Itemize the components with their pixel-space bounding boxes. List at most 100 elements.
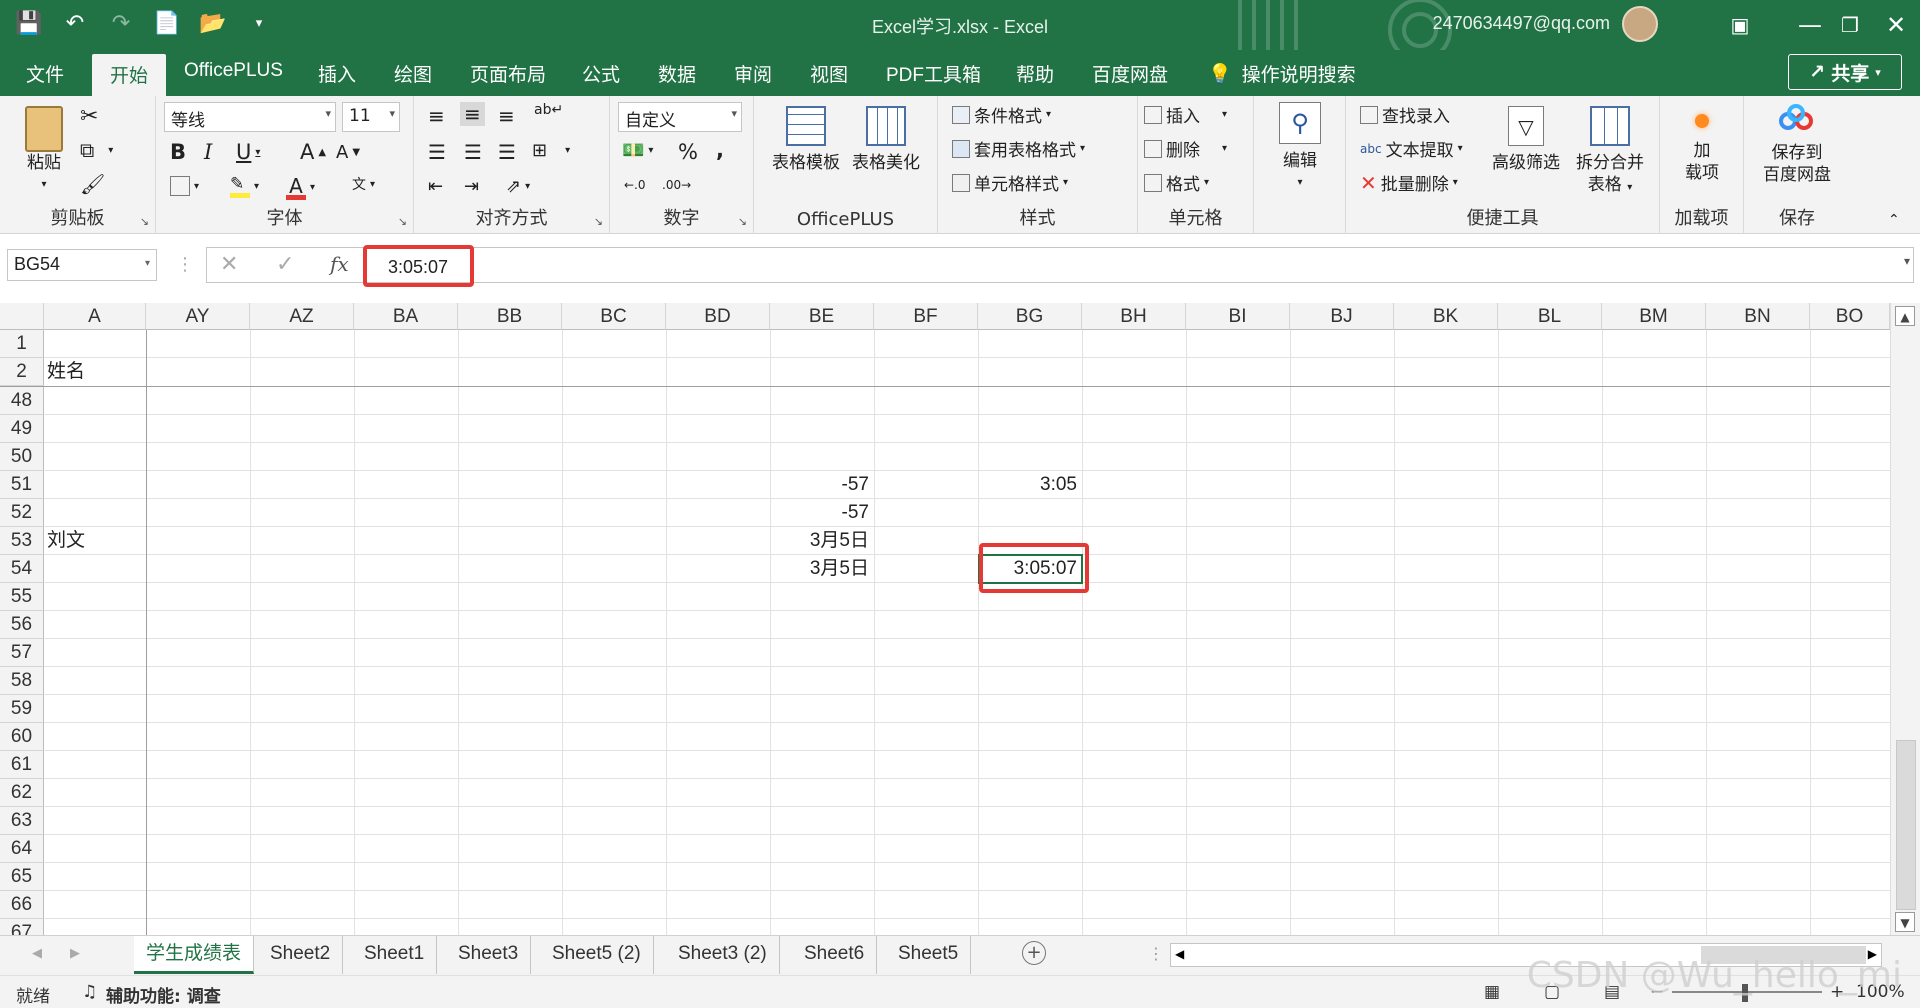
font-name-select[interactable]: 等线 ▾ — [164, 102, 336, 132]
worksheet-grid[interactable]: A AY AZ BA BB BC BD BE BF BG BH BI BJ BK… — [0, 303, 1890, 935]
row-header[interactable]: 2 — [0, 358, 44, 386]
row-header[interactable]: 50 — [0, 443, 44, 471]
ribbon-display-icon[interactable]: ▣ — [1720, 8, 1760, 42]
account-email[interactable]: 2470634497@qq.com — [1433, 13, 1610, 34]
row-header[interactable]: 62 — [0, 779, 44, 807]
number-format-select[interactable]: 自定义 ▾ — [618, 102, 742, 132]
comma-style-icon[interactable]: , — [716, 138, 724, 162]
tab-baidu-netdisk[interactable]: 百度网盘 — [1092, 60, 1168, 87]
tab-formulas[interactable]: 公式 — [582, 60, 620, 87]
row-header[interactable]: 64 — [0, 835, 44, 863]
enter-icon[interactable]: ✓ — [276, 252, 294, 277]
align-top-icon[interactable]: ≡ — [428, 104, 445, 128]
close-icon[interactable]: ✕ — [1876, 8, 1916, 42]
bold-button[interactable]: B — [170, 140, 186, 164]
scroll-up-icon[interactable]: ▲ — [1895, 306, 1915, 326]
align-right-icon[interactable]: ☰ — [498, 140, 516, 164]
select-all-corner[interactable] — [0, 303, 44, 330]
sheet-tab[interactable]: Sheet3 — [446, 936, 532, 974]
tab-review[interactable]: 审阅 — [734, 60, 772, 87]
row-header[interactable]: 65 — [0, 863, 44, 891]
column-header-ba[interactable]: BA — [354, 303, 458, 330]
phonetic-icon[interactable]: 文 ▾ — [352, 174, 375, 194]
orientation-icon[interactable]: ⇗ ▾ — [506, 176, 530, 197]
editing-button[interactable]: ⚲ 编辑 ▾ — [1268, 102, 1332, 194]
accounting-format-icon[interactable]: 💵 ▾ — [622, 140, 653, 161]
insert-function-icon[interactable]: fx — [330, 252, 349, 276]
row-header[interactable]: 66 — [0, 891, 44, 919]
tab-data[interactable]: 数据 — [658, 60, 696, 87]
tab-file[interactable]: 文件 — [26, 60, 64, 87]
addins-button[interactable]: 加 载项 — [1670, 100, 1734, 184]
column-header-bd[interactable]: BD — [666, 303, 770, 330]
row-header[interactable]: 52 — [0, 499, 44, 527]
copy-icon[interactable]: ⧉ ▾ — [80, 138, 113, 162]
tab-home[interactable]: 开始 — [92, 54, 167, 96]
tab-help[interactable]: 帮助 — [1016, 60, 1054, 87]
column-header-bk[interactable]: BK — [1394, 303, 1498, 330]
tab-insert[interactable]: 插入 — [318, 60, 356, 87]
table-template-button[interactable]: 表格模板 — [768, 106, 844, 174]
tab-page-layout[interactable]: 页面布局 — [470, 60, 546, 87]
increase-decimal-icon[interactable]: ←.0 — [624, 178, 646, 192]
dialog-launcher-icon[interactable]: ↘ — [738, 215, 747, 228]
sheet-tab[interactable]: Sheet2 — [258, 936, 344, 974]
save-to-netdisk-button[interactable]: 保存到 百度网盘 — [1752, 100, 1842, 186]
cell-be54[interactable]: 3月5日 — [770, 555, 874, 583]
underline-button[interactable]: U ▾ — [236, 140, 260, 164]
row-header[interactable]: 55 — [0, 583, 44, 611]
advanced-filter-button[interactable]: ▽ 高级筛选 — [1488, 106, 1564, 174]
row-header[interactable]: 61 — [0, 751, 44, 779]
row-header[interactable]: 54 — [0, 555, 44, 583]
sheet-tab-active[interactable]: 学生成绩表 — [134, 936, 255, 974]
align-center-icon[interactable]: ☰ — [464, 140, 482, 164]
row-header[interactable]: 67 — [0, 919, 44, 935]
dialog-launcher-icon[interactable]: ↘ — [594, 215, 603, 228]
align-bottom-icon[interactable]: ≡ — [498, 104, 515, 128]
cell-be51[interactable]: -57 — [770, 471, 874, 499]
decrease-font-icon[interactable]: A ▼ — [336, 142, 360, 163]
cell-styles-button[interactable]: 单元格样式 ▾ — [952, 170, 1068, 195]
tell-me[interactable]: 💡 操作说明搜索 — [1208, 60, 1356, 87]
paste-button[interactable]: 粘贴 ▾ — [14, 106, 74, 196]
row-header[interactable]: 57 — [0, 639, 44, 667]
accessibility-icon[interactable]: ♫ — [82, 982, 97, 1002]
split-merge-button[interactable]: 拆分合并 表格 ▾ — [1572, 106, 1648, 199]
italic-button[interactable]: I — [204, 140, 212, 164]
sheet-nav-next-icon[interactable]: ▶ — [70, 946, 80, 961]
column-header-bl[interactable]: BL — [1498, 303, 1602, 330]
vertical-scrollbar[interactable]: ▲ ▼ — [1890, 303, 1920, 935]
accessibility-status[interactable]: 辅助功能: 调查 — [106, 982, 221, 1007]
scroll-down-icon[interactable]: ▼ — [1895, 912, 1915, 932]
column-header-az[interactable]: AZ — [250, 303, 354, 330]
cell-bg51[interactable]: 3:05 — [978, 471, 1082, 499]
sheet-tab[interactable]: Sheet6 — [792, 936, 878, 974]
scroll-left-icon[interactable]: ◀ — [1175, 947, 1184, 961]
row-header[interactable]: 60 — [0, 723, 44, 751]
column-header-bf[interactable]: BF — [874, 303, 978, 330]
column-header-bi[interactable]: BI — [1186, 303, 1290, 330]
column-header-be[interactable]: BE — [770, 303, 874, 330]
avatar[interactable] — [1622, 6, 1658, 42]
normal-view-icon[interactable]: ▦ — [1484, 982, 1500, 1002]
borders-icon[interactable]: ▾ — [170, 176, 199, 196]
dialog-launcher-icon[interactable]: ↘ — [140, 215, 149, 228]
scroll-thumb[interactable] — [1896, 740, 1916, 910]
table-beautify-button[interactable]: 表格美化 — [848, 106, 924, 174]
column-header-bo[interactable]: BO — [1810, 303, 1890, 330]
row-header[interactable]: 48 — [0, 387, 44, 415]
cell-be53[interactable]: 3月5日 — [770, 527, 874, 555]
format-as-table-button[interactable]: 套用表格格式 ▾ — [952, 136, 1085, 161]
restore-icon[interactable]: ❐ — [1830, 8, 1870, 42]
format-cells-button[interactable]: 格式 ▾ — [1144, 170, 1209, 195]
row-header[interactable]: 59 — [0, 695, 44, 723]
decrease-indent-icon[interactable]: ⇤ — [428, 176, 443, 197]
column-header-bb[interactable]: BB — [458, 303, 562, 330]
column-header-ay[interactable]: AY — [146, 303, 250, 330]
dialog-launcher-icon[interactable]: ↘ — [398, 215, 407, 228]
increase-font-icon[interactable]: A ▲ — [300, 140, 326, 164]
insert-cells-button[interactable]: 插入 ▾ — [1144, 102, 1227, 127]
minimize-icon[interactable]: — — [1790, 8, 1830, 42]
column-header-bj[interactable]: BJ — [1290, 303, 1394, 330]
batch-delete-button[interactable]: ✕ 批量删除 ▾ — [1360, 170, 1458, 196]
